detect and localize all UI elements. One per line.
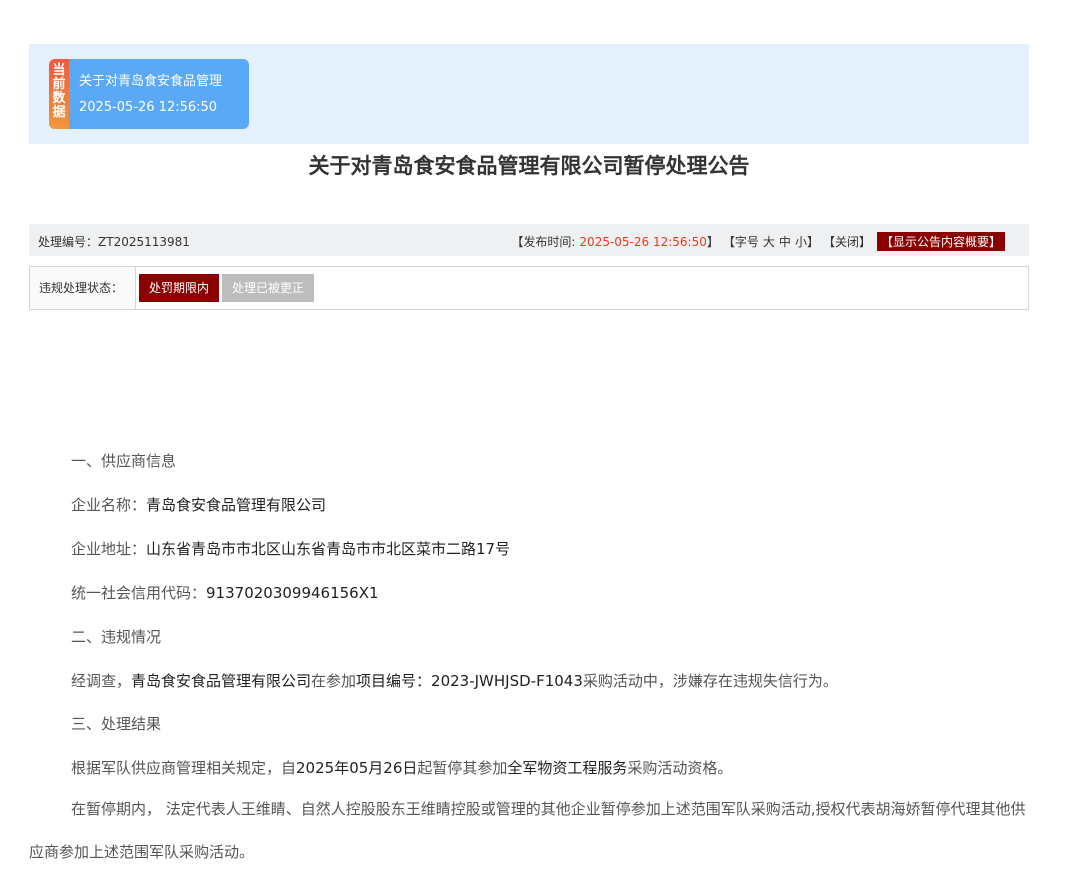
font-small-link[interactable]: 小 xyxy=(795,233,807,250)
section-heading-violation: 二、违规情况 xyxy=(71,628,162,646)
process-number-label: 处理编号： xyxy=(38,235,99,249)
violation-project: 项目编号：2023-JWHJSD-F1043 xyxy=(356,672,583,690)
credit-code-value: 9137020309946156X1 xyxy=(206,584,379,602)
violation-company: 青岛食安食品管理有限公司 xyxy=(131,672,312,690)
font-medium-link[interactable]: 中 xyxy=(779,233,791,250)
process-number: 处理编号：ZT2025113981 xyxy=(38,233,190,250)
current-data-time: 2025-05-26 12:56:50 xyxy=(79,100,218,115)
publish-time: 2025-05-26 12:56:50 xyxy=(579,234,707,249)
font-size-end: 】 xyxy=(806,235,819,249)
font-size-label: 【字号 xyxy=(722,235,759,249)
font-large-link[interactable]: 大 xyxy=(763,233,775,250)
current-data-title: 关于对青岛食安食品管理 xyxy=(79,74,223,89)
result-date: 2025年05月26日 xyxy=(296,759,418,777)
status-corrected-button[interactable]: 处理已被更正 xyxy=(222,274,314,302)
violation-status-box: 违规处理状态： 处罚期限内 处理已被更正 xyxy=(29,266,1029,310)
company-address-row: 企业地址：山东省青岛市市北区山东省青岛市市北区菜市二路17号 xyxy=(29,538,1029,559)
company-name-row: 企业名称：青岛食安食品管理有限公司 xyxy=(29,494,1029,515)
result-text: 根据军队供应商管理相关规定，自2025年05月26日起暂停其参加全军物资工程服务… xyxy=(29,757,1029,778)
close-link[interactable]: 【关闭】 xyxy=(823,233,871,250)
company-address-value: 山东省青岛市市北区山东省青岛市市北区菜市二路17号 xyxy=(146,540,511,558)
process-number-value: ZT2025113981 xyxy=(98,235,190,249)
info-bar: 处理编号：ZT2025113981 【发布时间: 2025-05-26 12:5… xyxy=(29,224,1029,256)
result-paragraph-2: 在暂停期内， 法定代表人王维睛、自然人控股股东王维睛控股或管理的其他企业暂停参加… xyxy=(29,800,1026,861)
info-tools: 【发布时间: 2025-05-26 12:56:50 】 【字号 大 中 小 】… xyxy=(511,232,1005,251)
publish-label: 【发布时间: xyxy=(511,235,576,249)
result-mid: 起暂停其参加 xyxy=(417,759,508,777)
violation-text: 经调查，青岛食安食品管理有限公司在参加项目编号：2023-JWHJSD-F104… xyxy=(29,670,1029,691)
publish-end: 】 xyxy=(706,235,719,249)
violation-mid: 在参加 xyxy=(311,672,357,690)
show-summary-button[interactable]: 【显示公告内容概要】 xyxy=(876,232,1005,251)
company-name-value: 青岛食安食品管理有限公司 xyxy=(146,496,327,514)
page-title: 关于对青岛食安食品管理有限公司暂停处理公告 xyxy=(308,154,750,178)
section-heading-result: 三、处理结果 xyxy=(71,715,162,733)
status-penalty-period-button[interactable]: 处罚期限内 xyxy=(139,274,219,302)
result-pre: 根据军队供应商管理相关规定，自 xyxy=(71,759,297,777)
violation-pre: 经调查， xyxy=(71,672,132,690)
current-data-tag: 当前数据 xyxy=(49,59,69,129)
violation-end: 采购活动中，涉嫌存在违规失信行为。 xyxy=(582,672,838,690)
result-end: 采购活动资格。 xyxy=(627,759,733,777)
section-heading-supplier: 一、供应商信息 xyxy=(71,452,177,470)
company-address-label: 企业地址： xyxy=(71,540,147,558)
status-label: 违规处理状态： xyxy=(30,267,136,309)
result-scope: 全军物资工程服务 xyxy=(507,759,628,777)
credit-code-row: 统一社会信用代码：9137020309946156X1 xyxy=(29,582,1029,603)
credit-code-label: 统一社会信用代码： xyxy=(71,584,207,602)
company-name-label: 企业名称： xyxy=(71,496,147,514)
current-data-card[interactable]: 当前数据 关于对青岛食安食品管理 2025-05-26 12:56:50 xyxy=(49,59,249,129)
